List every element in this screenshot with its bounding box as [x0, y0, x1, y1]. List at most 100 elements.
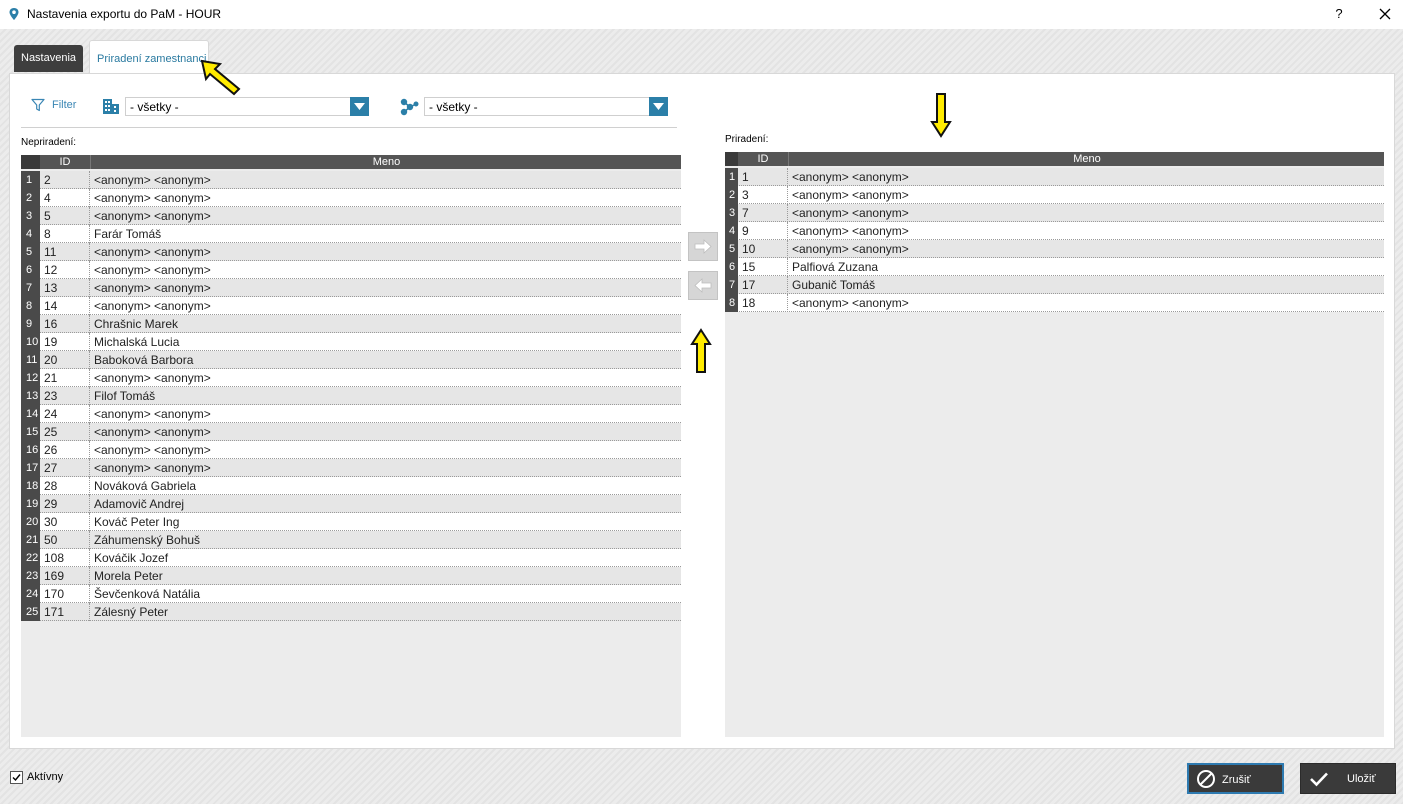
table-row[interactable]: 8 14 <anonym> <anonym>: [21, 297, 681, 315]
table-row[interactable]: 1 1 <anonym> <anonym>: [725, 168, 1384, 186]
table-row[interactable]: 13 23 Filof Tomáš: [21, 387, 681, 405]
table-row[interactable]: 19 29 Adamovič Andrej: [21, 495, 681, 513]
table-row[interactable]: 17 27 <anonym> <anonym>: [21, 459, 681, 477]
dropdown-button[interactable]: [350, 97, 369, 116]
grid-header: ID Meno: [21, 155, 681, 169]
table-row[interactable]: 9 16 Chrašnic Marek: [21, 315, 681, 333]
cell-name: <anonym> <anonym>: [94, 425, 211, 439]
cell-name: Baboková Barbora: [94, 353, 194, 367]
table-row[interactable]: 24 170 Ševčenková Natália: [21, 585, 681, 603]
table-row[interactable]: 6 12 <anonym> <anonym>: [21, 261, 681, 279]
cell-name: Zálesný Peter: [94, 605, 169, 619]
table-row[interactable]: 10 19 Michalská Lucia: [21, 333, 681, 351]
cell-name: Záhumenský Bohuš: [94, 533, 201, 547]
table-row[interactable]: 12 21 <anonym> <anonym>: [21, 369, 681, 387]
assign-button[interactable]: [688, 232, 718, 261]
cell-id: 21: [40, 369, 90, 387]
row-number: 4: [725, 222, 738, 240]
organization-select[interactable]: - všetky -: [125, 97, 369, 116]
table-row[interactable]: 14 24 <anonym> <anonym>: [21, 405, 681, 423]
chevron-down-icon: [354, 103, 365, 110]
table-row[interactable]: 1 2 <anonym> <anonym>: [21, 171, 681, 189]
cell-id: 7: [738, 204, 788, 222]
unassigned-grid[interactable]: ID Meno 1 2 <anonym> <anonym> 2 4 <anonym> <a…: [21, 155, 681, 737]
annotation-arrow-icon: [200, 59, 241, 96]
unassigned-label: Nepriradení:: [21, 137, 77, 148]
cancel-label: Zrušiť: [1222, 774, 1251, 786]
checkmark-icon: [12, 774, 21, 782]
row-number: 23: [21, 567, 40, 585]
arrow-left-icon: [694, 278, 712, 293]
row-number: 16: [21, 441, 40, 459]
tab-priradeni-zamestnanci[interactable]: Priradení zamestnanci: [89, 40, 209, 73]
cell-id: 10: [738, 240, 788, 258]
cell-id: 18: [738, 294, 788, 312]
table-row[interactable]: 2 4 <anonym> <anonym>: [21, 189, 681, 207]
cell-name: <anonym> <anonym>: [94, 371, 211, 385]
table-row[interactable]: 2 3 <anonym> <anonym>: [725, 186, 1384, 204]
table-row[interactable]: 7 13 <anonym> <anonym>: [21, 279, 681, 297]
cell-id: 108: [40, 549, 90, 567]
cell-id: 17: [738, 276, 788, 294]
table-row[interactable]: 8 18 <anonym> <anonym>: [725, 294, 1384, 312]
tab-nastavenia[interactable]: Nastavenia: [14, 45, 83, 72]
table-row[interactable]: 25 171 Zálesný Peter: [21, 603, 681, 621]
row-number: 1: [21, 171, 40, 189]
save-label: Uložiť: [1347, 773, 1376, 785]
table-row[interactable]: 18 28 Nováková Gabriela: [21, 477, 681, 495]
app-icon: [9, 8, 19, 20]
cell-name: <anonym> <anonym>: [94, 299, 211, 313]
column-header-id[interactable]: ID: [738, 152, 788, 166]
table-row[interactable]: 4 8 Farár Tomáš: [21, 225, 681, 243]
cell-id: 20: [40, 351, 90, 369]
cell-id: 170: [40, 585, 90, 603]
cell-id: 5: [40, 207, 90, 225]
filter-label: Filter: [52, 99, 77, 111]
cell-id: 169: [40, 567, 90, 585]
cell-id: 8: [40, 225, 90, 243]
cell-id: 3: [738, 186, 788, 204]
table-row[interactable]: 11 20 Baboková Barbora: [21, 351, 681, 369]
building-icon: [103, 99, 119, 114]
cell-name: Gubanič Tomáš: [792, 278, 876, 292]
row-number: 24: [21, 585, 40, 603]
cell-id: 2: [40, 171, 90, 189]
table-row[interactable]: 3 7 <anonym> <anonym>: [725, 204, 1384, 222]
assigned-grid[interactable]: ID Meno 1 1 <anonym> <anonym> 2 3 <anonym> <a…: [725, 152, 1384, 737]
close-button[interactable]: [1373, 4, 1397, 24]
group-select[interactable]: - všetky -: [424, 97, 668, 116]
table-row[interactable]: 22 108 Kováčik Jozef: [21, 549, 681, 567]
row-number: 3: [725, 204, 738, 222]
column-header-name[interactable]: Meno: [90, 155, 682, 169]
table-row[interactable]: 15 25 <anonym> <anonym>: [21, 423, 681, 441]
table-row[interactable]: 16 26 <anonym> <anonym>: [21, 441, 681, 459]
row-number: 22: [21, 549, 40, 567]
unassign-button[interactable]: [688, 271, 718, 300]
column-header-name[interactable]: Meno: [788, 152, 1385, 166]
column-header-id[interactable]: ID: [40, 155, 90, 169]
table-row[interactable]: 3 5 <anonym> <anonym>: [21, 207, 681, 225]
cell-name: Kováčik Jozef: [94, 551, 169, 565]
table-row[interactable]: 5 11 <anonym> <anonym>: [21, 243, 681, 261]
row-number: 7: [21, 279, 40, 297]
cell-id: 23: [40, 387, 90, 405]
cancel-button[interactable]: Zrušiť: [1187, 763, 1284, 794]
dropdown-button[interactable]: [649, 97, 668, 116]
row-number: 6: [21, 261, 40, 279]
row-number: 2: [21, 189, 40, 207]
table-row[interactable]: 7 17 Gubanič Tomáš: [725, 276, 1384, 294]
table-row[interactable]: 5 10 <anonym> <anonym>: [725, 240, 1384, 258]
table-row[interactable]: 20 30 Kováč Peter Ing: [21, 513, 681, 531]
help-button[interactable]: ?: [1329, 4, 1349, 24]
title-bar: Nastavenia exportu do PaM - HOUR ?: [0, 0, 1403, 29]
table-row[interactable]: 23 169 Morela Peter: [21, 567, 681, 585]
row-number: 25: [21, 603, 40, 621]
cell-id: 16: [40, 315, 90, 333]
cell-name: <anonym> <anonym>: [792, 296, 909, 310]
table-row[interactable]: 6 15 Palfiová Zuzana: [725, 258, 1384, 276]
row-number: 12: [21, 369, 40, 387]
table-row[interactable]: 21 50 Záhumenský Bohuš: [21, 531, 681, 549]
active-checkbox[interactable]: [10, 771, 23, 784]
save-button[interactable]: Uložiť: [1300, 763, 1396, 794]
table-row[interactable]: 4 9 <anonym> <anonym>: [725, 222, 1384, 240]
